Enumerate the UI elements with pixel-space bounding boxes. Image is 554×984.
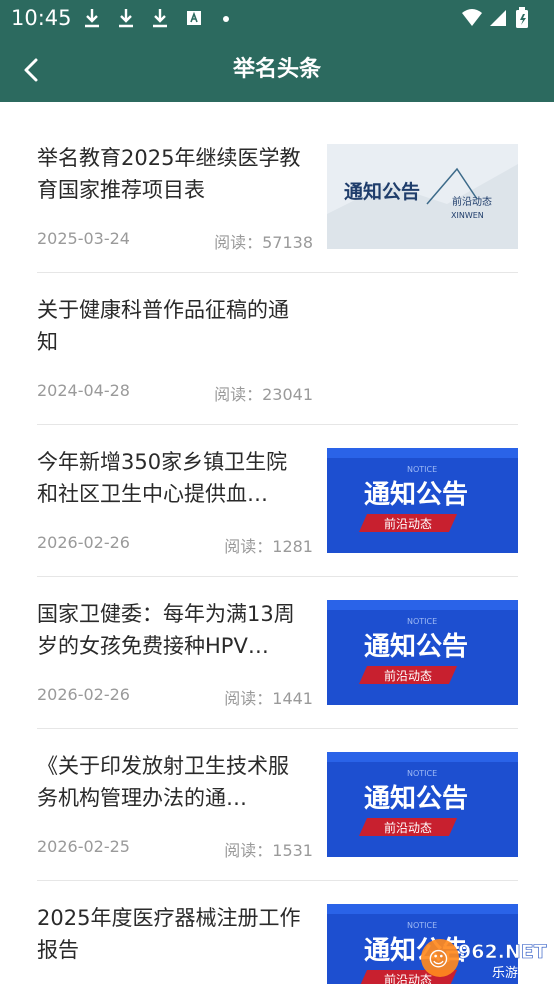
article-title: 今年新增350家乡镇卫生院和社区卫生中心提供血… (37, 450, 288, 506)
article-thumbnail: NOTICE 通知公告 前沿动态 (327, 448, 518, 553)
site-watermark: ☺ 962.NET 乐游网 (418, 934, 550, 981)
thumb-frontier-text: 前沿动态 (384, 820, 432, 835)
svg-text:乐游网: 乐游网 (492, 966, 531, 980)
download-icon (85, 9, 99, 28)
article-title: 举名教育2025年继续医学教育国家推荐项目表 (37, 146, 301, 202)
article-date: 2026-02-26 (37, 533, 130, 552)
article-date: 2024-04-28 (37, 381, 130, 400)
article-title: 2025年度医疗器械注册工作报告 (37, 906, 301, 962)
article-read-count: 阅读：23041 (214, 385, 313, 404)
thumb-notice-en: NOTICE (407, 921, 437, 930)
article-title: 国家卫健委：每年为满13周岁的女孩免费接种HPV… (37, 602, 295, 658)
article-date: 2025-03-24 (37, 229, 130, 248)
thumb-notice-en: NOTICE (407, 769, 437, 778)
article-item[interactable]: 《关于印发放射卫生技术服务机构管理办法的通… 2026-02-25 阅读：153… (37, 728, 518, 880)
signal-battery-icons (462, 7, 528, 28)
page-title: 举名头条 (232, 57, 321, 82)
thumb-frontier-text: 前沿动态 (384, 668, 432, 683)
thumb-notice-text: 通知公告 (344, 180, 420, 203)
download-icon (119, 9, 133, 28)
notification-dot-icon (223, 16, 229, 22)
app-header: 10:45 举名头条 (0, 0, 554, 102)
thumb-frontier-text: 前沿动态 (384, 516, 432, 531)
article-title: 关于健康科普作品征稿的通知 (37, 298, 289, 354)
thumb-notice-en: NOTICE (407, 465, 437, 474)
article-date: 2026-02-26 (37, 685, 130, 704)
article-item[interactable]: 今年新增350家乡镇卫生院和社区卫生中心提供血… 2026-02-26 阅读：1… (37, 424, 518, 576)
article-thumbnail: 通知公告 前沿动态 XINWEN (327, 144, 518, 249)
svg-text:☺: ☺ (428, 947, 449, 971)
article-thumbnail: NOTICE 通知公告 前沿动态 (327, 600, 518, 705)
article-item[interactable]: 国家卫健委：每年为满13周岁的女孩免费接种HPV… 2026-02-26 阅读：… (37, 576, 518, 728)
article-title: 《关于印发放射卫生技术服务机构管理办法的通… (37, 754, 289, 810)
download-icon (153, 9, 167, 28)
article-item[interactable]: 关于健康科普作品征稿的通知 2024-04-28 阅读：23041 (37, 272, 518, 424)
thumb-frontier-text: 前沿动态 (452, 195, 492, 208)
thumb-notice-en: NOTICE (407, 617, 437, 626)
thumb-notice-text: 通知公告 (364, 480, 468, 510)
font-app-icon (187, 11, 201, 25)
status-time: 10:45 (11, 6, 72, 30)
article-read-count: 阅读：1531 (224, 841, 313, 860)
thumb-notice-text: 通知公告 (364, 784, 468, 814)
article-read-count: 阅读：57138 (214, 233, 313, 252)
article-read-count: 阅读：1281 (224, 537, 313, 556)
thumb-xinwen-text: XINWEN (451, 211, 484, 220)
thumb-notice-text: 通知公告 (364, 632, 468, 662)
article-read-count: 阅读：1441 (224, 689, 313, 708)
status-bar: 10:45 (0, 0, 554, 36)
article-date: 2026-02-25 (37, 837, 130, 856)
svg-text:962.NET: 962.NET (458, 941, 547, 963)
article-thumbnail: NOTICE 通知公告 前沿动态 (327, 752, 518, 857)
article-item[interactable]: 举名教育2025年继续医学教育国家推荐项目表 2025-03-24 阅读：571… (37, 120, 518, 272)
